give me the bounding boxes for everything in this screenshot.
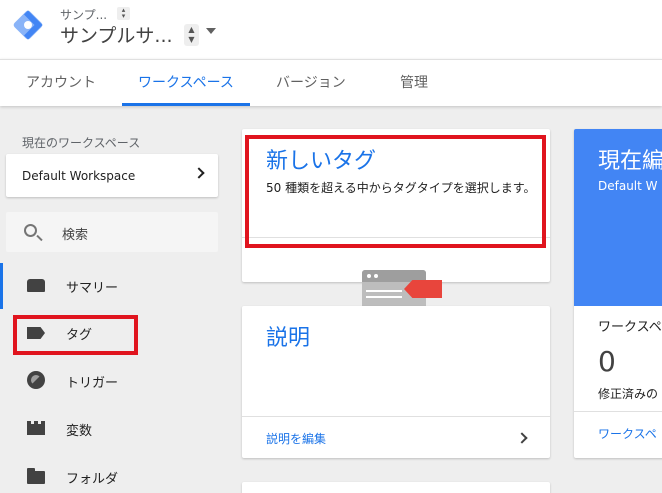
sidebar-item-triggers[interactable]: トリガー [0, 358, 222, 404]
sidebar-item-label: サマリー [66, 281, 119, 296]
card-divider [242, 416, 550, 417]
sidebar-item-folders[interactable]: フォルダ [0, 454, 222, 493]
search-icon [24, 224, 37, 237]
browser-dot [374, 274, 378, 278]
tab-bar: アカウント ワークスペース バージョン 管理 [0, 59, 662, 106]
modified-count-label: 修正済みの [598, 387, 659, 401]
description-card: 説明 説明を編集 [242, 306, 550, 458]
sidebar-item-summary[interactable]: サマリー [0, 263, 222, 309]
workspace-changes-label: ワークスペ [598, 320, 662, 335]
modified-count: 0 [598, 345, 616, 378]
description-title: 説明 [266, 326, 311, 351]
chevron-right-icon [193, 167, 205, 179]
next-card [242, 482, 550, 493]
sidebar-search[interactable]: 検索 [6, 212, 218, 252]
tag-manager-logo-icon [13, 10, 43, 40]
current-workspace-label: 現在のワークスペース [22, 136, 141, 150]
variable-icon [27, 421, 45, 435]
container-switcher-icon[interactable]: ▲ ▼ [184, 24, 199, 46]
highlight-tags-box [13, 315, 138, 355]
current-workspace-card: 現在編 Default W ワークスペ 0 修正済みの ワークスペ [574, 129, 662, 458]
container-name[interactable]: サンプルサ... [60, 21, 173, 48]
sidebar-item-label: トリガー [66, 376, 119, 391]
active-nav-indicator [0, 263, 3, 309]
search-label: 検索 [62, 228, 89, 243]
card-divider [574, 411, 662, 412]
browser-content-lines [366, 290, 402, 292]
current-workspace-title: 現在編 [598, 149, 662, 174]
current-workspace-subtitle: Default W [598, 179, 658, 193]
tab-account[interactable]: アカウント [26, 72, 96, 92]
summary-icon [27, 279, 45, 292]
tab-versions[interactable]: バージョン [276, 72, 346, 92]
account-switcher-icon[interactable]: ▴ ▾ [117, 7, 130, 20]
folder-icon [27, 468, 45, 484]
top-header: サンプ... ▴ ▾ サンプルサ... ▲ ▼ [0, 0, 662, 59]
tab-admin[interactable]: 管理 [400, 72, 428, 92]
sidebar-item-label: フォルダ [66, 472, 119, 487]
trigger-icon [27, 371, 45, 389]
chevron-down-icon[interactable] [206, 28, 216, 34]
highlight-new-tag-box [245, 135, 546, 248]
workspace-link[interactable]: ワークスペ [598, 425, 657, 442]
edit-description-link[interactable]: 説明を編集 [266, 430, 326, 447]
active-tab-indicator [122, 103, 250, 106]
workspace-name: Default Workspace [22, 169, 136, 183]
sidebar-item-variables[interactable]: 変数 [0, 406, 222, 452]
sidebar-item-label: 変数 [66, 424, 93, 439]
chevron-right-icon[interactable] [516, 432, 528, 444]
tab-workspace[interactable]: ワークスペース [138, 72, 234, 92]
workspace-selector[interactable]: Default Workspace [6, 154, 218, 197]
browser-dot [367, 274, 371, 278]
